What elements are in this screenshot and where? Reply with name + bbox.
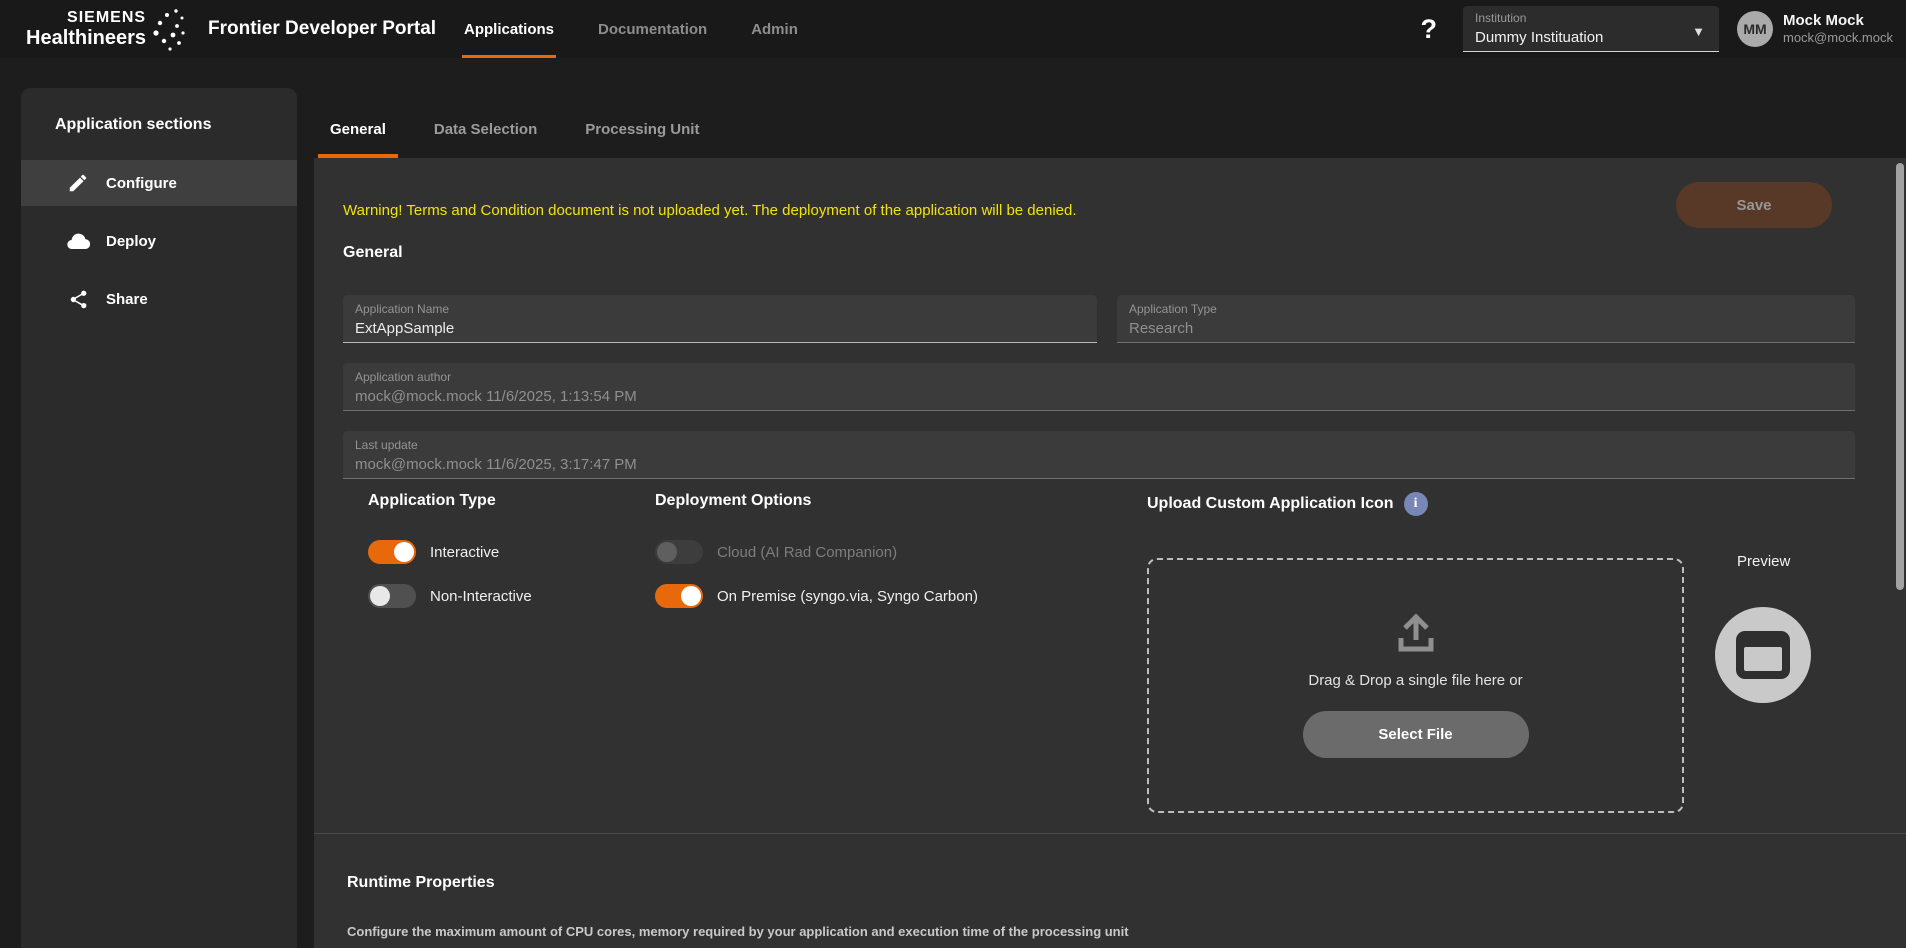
header-right: ? Institution Dummy Instituation ▼ MM Mo…: [1421, 0, 1894, 58]
save-button[interactable]: Save: [1676, 182, 1832, 228]
cloud-icon: [66, 229, 90, 253]
sidebar: Application sections Configure Deploy Sh…: [21, 88, 297, 948]
icon-preview: [1715, 607, 1811, 703]
tab-data-selection[interactable]: Data Selection: [422, 100, 549, 158]
siemens-healthineers-logo: SIEMENS Healthineers: [26, 6, 188, 52]
avatar[interactable]: MM: [1737, 11, 1773, 47]
toggle-label: Non-Interactive: [430, 588, 532, 605]
upload-icon-title: Upload Custom Application Icon i: [1147, 492, 1428, 516]
toggle-row-interactive: Interactive: [368, 540, 499, 564]
sidebar-item-label: Deploy: [106, 233, 156, 250]
application-type-title: Application Type: [368, 492, 496, 510]
field-label: Last update: [355, 438, 1855, 454]
chevron-down-icon: ▼: [1692, 24, 1705, 39]
user-name: Mock Mock: [1783, 12, 1893, 31]
field-value: Research: [1129, 318, 1855, 340]
institution-value: Dummy Instituation: [1475, 27, 1707, 48]
last-update-field: Last update mock@mock.mock 11/6/2025, 3:…: [343, 431, 1855, 479]
nav-item-admin[interactable]: Admin: [749, 0, 800, 58]
toggle-label: Interactive: [430, 544, 499, 561]
on-premise-toggle[interactable]: [655, 584, 703, 608]
application-type-field: Application Type Research: [1117, 295, 1855, 343]
upload-icon: [1388, 602, 1444, 658]
sidebar-item-share[interactable]: Share: [21, 276, 297, 322]
application-author-field: Application author mock@mock.mock 11/6/2…: [343, 363, 1855, 411]
sidebar-title: Application sections: [55, 116, 297, 134]
content-tabs: General Data Selection Processing Unit: [318, 100, 735, 158]
portal-title: Frontier Developer Portal: [208, 0, 436, 58]
tab-processing-unit[interactable]: Processing Unit: [573, 100, 711, 158]
app-window: SIEMENS Healthineers Frontier Developer …: [0, 0, 1906, 948]
field-value: mock@mock.mock 11/6/2025, 3:17:47 PM: [355, 454, 1855, 476]
info-icon[interactable]: i: [1404, 492, 1428, 516]
nav-item-applications[interactable]: Applications: [462, 0, 556, 58]
toggle-label: Cloud (AI Rad Companion): [717, 544, 897, 561]
runtime-properties-description: Configure the maximum amount of CPU core…: [347, 924, 1129, 939]
non-interactive-toggle[interactable]: [368, 584, 416, 608]
toggle-row-non-interactive: Non-Interactive: [368, 584, 532, 608]
help-icon[interactable]: ?: [1421, 14, 1438, 45]
section-divider: [314, 833, 1906, 834]
sidebar-item-configure[interactable]: Configure: [21, 160, 297, 206]
main-panel: Warning! Terms and Condition document is…: [314, 158, 1906, 948]
field-label: Application Name: [355, 302, 1097, 318]
vertical-scrollbar[interactable]: [1896, 163, 1904, 590]
interactive-toggle[interactable]: [368, 540, 416, 564]
brand-line2: Healthineers: [26, 28, 146, 48]
brand-line1: SIEMENS: [67, 10, 146, 26]
top-nav: Applications Documentation Admin: [462, 0, 840, 58]
user-meta: Mock Mock mock@mock.mock: [1783, 12, 1893, 47]
app-header: SIEMENS Healthineers Frontier Developer …: [0, 0, 1906, 58]
sidebar-item-label: Configure: [106, 175, 177, 192]
sidebar-item-deploy[interactable]: Deploy: [21, 218, 297, 264]
application-window-icon: [1736, 631, 1790, 679]
logo-dots-icon: [150, 6, 188, 52]
general-section-title: General: [343, 244, 403, 262]
institution-label: Institution: [1475, 11, 1707, 27]
field-value: mock@mock.mock 11/6/2025, 1:13:54 PM: [355, 386, 1855, 408]
icon-dropzone[interactable]: Drag & Drop a single file here or Select…: [1147, 558, 1684, 813]
share-icon: [66, 287, 90, 311]
tab-general[interactable]: General: [318, 100, 398, 158]
field-label: Application author: [355, 370, 1855, 386]
select-file-button[interactable]: Select File: [1303, 711, 1529, 758]
pencil-icon: [66, 171, 90, 195]
toggle-label: On Premise (syngo.via, Syngo Carbon): [717, 588, 978, 605]
nav-item-documentation[interactable]: Documentation: [596, 0, 709, 58]
toggle-row-on-premise: On Premise (syngo.via, Syngo Carbon): [655, 584, 978, 608]
warning-message: Warning! Terms and Condition document is…: [343, 202, 1077, 219]
field-label: Application Type: [1129, 302, 1855, 318]
application-name-field[interactable]: Application Name ExtAppSample: [343, 295, 1097, 343]
preview-label: Preview: [1737, 553, 1790, 570]
institution-select[interactable]: Institution Dummy Instituation ▼: [1463, 6, 1719, 52]
sidebar-item-label: Share: [106, 291, 148, 308]
cloud-toggle: [655, 540, 703, 564]
dropzone-text: Drag & Drop a single file here or: [1308, 672, 1522, 689]
runtime-properties-title: Runtime Properties: [347, 874, 495, 892]
user-email: mock@mock.mock: [1783, 30, 1893, 46]
toggle-row-cloud: Cloud (AI Rad Companion): [655, 540, 897, 564]
field-value: ExtAppSample: [355, 318, 1097, 340]
deployment-options-title: Deployment Options: [655, 492, 811, 510]
